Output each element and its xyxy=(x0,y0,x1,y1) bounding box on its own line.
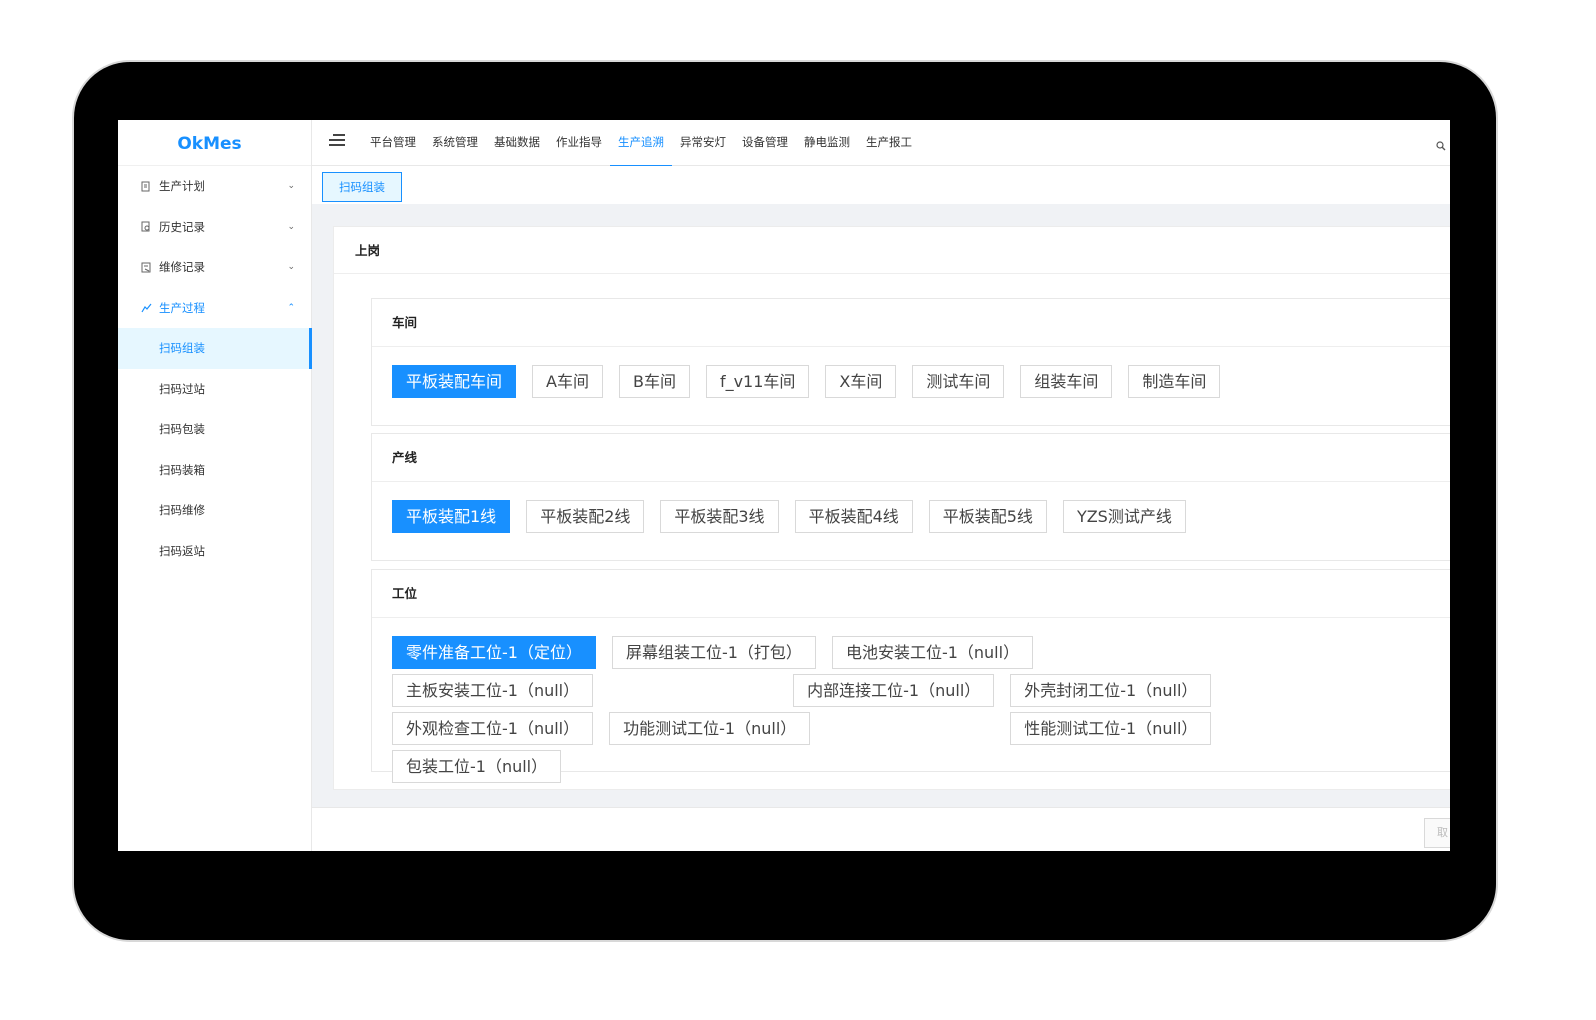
tab-bar: 扫码组装 xyxy=(312,166,1450,204)
sidebar-subitem-scan-repair[interactable]: 扫码维修 xyxy=(118,490,311,531)
workshop-option[interactable]: 测试车间 xyxy=(912,365,1005,398)
workstation-option[interactable]: 电池安装工位-1（null） xyxy=(831,636,1034,669)
workshop-option[interactable]: B车间 xyxy=(618,365,690,398)
nav-work-instruction[interactable]: 作业指导 xyxy=(548,120,610,166)
workstation-options: 零件准备工位-1（定位） 屏幕组装工位-1（打包） 电池安装工位-1（null）… xyxy=(392,636,1282,788)
workstation-option[interactable]: 屏幕组装工位-1（打包） xyxy=(611,636,816,669)
workstation-option[interactable]: 外观检查工位-1（null） xyxy=(392,712,594,745)
production-line-option[interactable]: 平板装配5线 xyxy=(928,500,1047,533)
production-line-option[interactable]: YZS测试产线 xyxy=(1062,500,1186,533)
production-line-options: 平板装配1线 平板装配2线 平板装配3线 平板装配4线 平板装配5线 YZS测试… xyxy=(392,500,1292,538)
sidebar-item-history[interactable]: 历史记录 ⌄ xyxy=(118,207,311,248)
nav-esd-monitoring[interactable]: 静电监测 xyxy=(796,120,858,166)
footer-bar: 取 xyxy=(312,807,1450,851)
search-icon[interactable] xyxy=(1436,136,1446,151)
history-icon xyxy=(140,221,152,233)
trend-icon xyxy=(140,302,152,314)
sidebar-subitem-scan-return[interactable]: 扫码返站 xyxy=(118,531,311,572)
chevron-down-icon: ⌄ xyxy=(287,221,295,232)
workshop-options: 平板装配车间 A车间 B车间 f_v11车间 X车间 测试车间 组装车间 制造车… xyxy=(392,365,1292,403)
workstation-option[interactable]: 性能测试工位-1（null） xyxy=(1010,712,1212,745)
card-title: 上岗 xyxy=(334,227,1450,274)
nav-andon[interactable]: 异常安灯 xyxy=(672,120,734,166)
nav-basic-data[interactable]: 基础数据 xyxy=(486,120,548,166)
nav-equipment-management[interactable]: 设备管理 xyxy=(734,120,796,166)
workstation-option[interactable]: 主板安装工位-1（null） xyxy=(392,674,594,707)
sidebar-subitem-scan-packaging[interactable]: 扫码包装 xyxy=(118,409,311,450)
sidebar-subitem-scan-assembly[interactable]: 扫码组装 xyxy=(118,328,312,369)
workshop-option[interactable]: A车间 xyxy=(532,365,603,398)
workstation-option[interactable]: 功能测试工位-1（null） xyxy=(609,712,811,745)
sidebar-item-repair-records[interactable]: 维修记录 ⌄ xyxy=(118,247,311,288)
production-line-section: 产线 平板装配1线 平板装配2线 平板装配3线 平板装配4线 平板装配5线 YZ… xyxy=(371,433,1450,561)
sidebar-subitem-scan-pass-station[interactable]: 扫码过站 xyxy=(118,369,311,410)
chevron-down-icon: ⌄ xyxy=(287,262,295,273)
production-line-option[interactable]: 平板装配4线 xyxy=(794,500,913,533)
workshop-option[interactable]: X车间 xyxy=(825,365,897,398)
sidebar: OkMes 生产计划 ⌄ 历史记录 ⌄ 维修记录 ⌄ 生产过程 ⌃ 扫码组装 扫… xyxy=(118,120,312,851)
sidebar-item-label: 历史记录 xyxy=(159,219,205,234)
workshop-option[interactable]: f_v11车间 xyxy=(705,365,810,398)
workstation-section: 工位 零件准备工位-1（定位） 屏幕组装工位-1（打包） 电池安装工位-1（nu… xyxy=(371,569,1450,783)
workshop-option[interactable]: 制造车间 xyxy=(1128,365,1221,398)
document-icon xyxy=(140,180,152,192)
chevron-down-icon: ⌄ xyxy=(287,181,295,192)
top-header: 平台管理 系统管理 基础数据 作业指导 生产追溯 异常安灯 设备管理 静电监测 … xyxy=(312,120,1450,167)
nav-production-reporting[interactable]: 生产报工 xyxy=(858,120,920,166)
sidebar-item-label: 生产过程 xyxy=(159,300,205,315)
workstation-option[interactable]: 包装工位-1（null） xyxy=(392,750,562,783)
repair-icon xyxy=(140,261,152,273)
sidebar-subitem-scan-boxing[interactable]: 扫码装箱 xyxy=(118,450,311,491)
chevron-up-icon: ⌃ xyxy=(287,302,295,313)
workshop-option[interactable]: 组装车间 xyxy=(1020,365,1113,398)
workstation-option[interactable]: 外壳封闭工位-1（null） xyxy=(1010,674,1212,707)
workstation-title: 工位 xyxy=(372,570,1450,618)
app-screen: OkMes 生产计划 ⌄ 历史记录 ⌄ 维修记录 ⌄ 生产过程 ⌃ 扫码组装 扫… xyxy=(118,120,1450,851)
production-line-option[interactable]: 平板装配3线 xyxy=(660,500,779,533)
workstation-option[interactable]: 零件准备工位-1（定位） xyxy=(392,636,596,669)
menu-fold-icon[interactable] xyxy=(329,134,345,148)
sidebar-item-label: 维修记录 xyxy=(159,260,205,275)
nav-production-traceability[interactable]: 生产追溯 xyxy=(610,120,672,167)
top-navigation: 平台管理 系统管理 基础数据 作业指导 生产追溯 异常安灯 设备管理 静电监测 … xyxy=(362,120,920,167)
nav-system-management[interactable]: 系统管理 xyxy=(424,120,486,166)
workshop-section: 车间 平板装配车间 A车间 B车间 f_v11车间 X车间 测试车间 组装车间 … xyxy=(371,298,1450,426)
sidebar-item-production-plan[interactable]: 生产计划 ⌄ xyxy=(118,166,311,207)
sidebar-item-production-process[interactable]: 生产过程 ⌃ xyxy=(118,288,311,329)
onboard-card: 上岗 车间 平板装配车间 A车间 B车间 f_v11车间 X车间 测试车间 组装… xyxy=(333,226,1450,790)
nav-platform-management[interactable]: 平台管理 xyxy=(362,120,424,166)
workshop-title: 车间 xyxy=(372,299,1450,347)
sidebar-item-label: 生产计划 xyxy=(159,179,205,194)
production-line-title: 产线 xyxy=(372,434,1450,482)
cancel-button[interactable]: 取 xyxy=(1424,818,1450,848)
production-line-option[interactable]: 平板装配2线 xyxy=(526,500,645,533)
production-line-option[interactable]: 平板装配1线 xyxy=(392,500,511,533)
workshop-option[interactable]: 平板装配车间 xyxy=(392,365,517,398)
workstation-option[interactable]: 内部连接工位-1（null） xyxy=(793,674,995,707)
brand-logo: OkMes xyxy=(118,120,311,166)
tab-scan-assembly[interactable]: 扫码组装 xyxy=(322,172,402,202)
